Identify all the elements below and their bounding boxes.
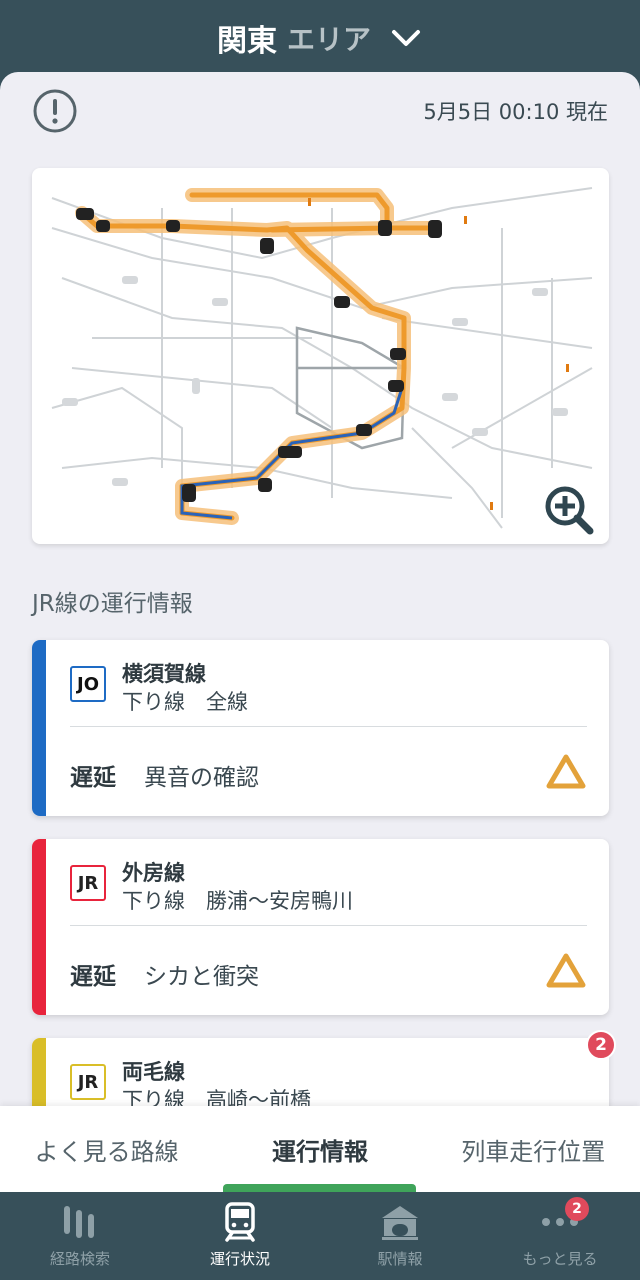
line-section: 下り線 全線 xyxy=(122,690,248,714)
nav-service-status[interactable]: 運行状況 xyxy=(160,1192,320,1280)
section-title: JR線の運行情報 xyxy=(32,591,193,617)
card-divider xyxy=(70,925,587,926)
tab-favorite-lines[interactable]: よく見る路線 xyxy=(0,1132,213,1167)
route-map-graphic xyxy=(51,187,593,529)
line-status-card[interactable]: JR 外房線 下り線 勝浦〜安房鴨川 遅延 シカと衝突 xyxy=(32,839,609,1015)
nav-label: 運行状況 xyxy=(209,1250,270,1268)
area-label: エリア xyxy=(286,23,371,56)
status-reason: 異音の確認 xyxy=(144,765,259,791)
line-section: 下り線 勝浦〜安房鴨川 xyxy=(122,889,353,913)
warning-triangle-icon xyxy=(546,754,586,789)
status-label: 遅延 xyxy=(70,964,116,990)
line-status-card[interactable]: JO 横須賀線 下り線 全線 遅延 異音の確認 xyxy=(32,640,609,816)
line-color-stripe xyxy=(32,640,46,816)
status-reason: シカと衝突 xyxy=(144,964,259,990)
warning-triangle-icon xyxy=(546,953,586,988)
route-search-icon xyxy=(64,1206,94,1238)
tab-service-info[interactable]: 運行情報 xyxy=(213,1132,426,1167)
notification-badge: 2 xyxy=(586,1030,616,1060)
line-name: 外房線 xyxy=(122,861,185,885)
bottom-navigation: 経路検索 運行状況 駅情報 もっと見る 2 xyxy=(0,1184,640,1280)
more-badge: 2 xyxy=(565,1197,589,1221)
card-divider xyxy=(70,726,587,727)
main-content: 5月5日 00:10 現在 JR線の運行情報 JO 横須賀線 下り線 全線 遅延… xyxy=(0,72,640,1192)
jr-logo: JR xyxy=(70,865,106,901)
line-logo: JO xyxy=(70,666,106,702)
active-tab-indicator xyxy=(223,1184,416,1192)
region-header[interactable]: 関東 エリア xyxy=(0,0,640,76)
nav-more[interactable]: もっと見る 2 xyxy=(480,1192,640,1280)
update-timestamp: 5月5日 00:10 現在 xyxy=(423,100,608,124)
jr-logo: JR xyxy=(70,1064,106,1100)
nav-label: 駅情報 xyxy=(377,1250,423,1268)
line-name: 横須賀線 xyxy=(122,662,206,686)
nav-label: もっと見る xyxy=(522,1250,598,1268)
line-color-stripe xyxy=(32,839,46,1015)
nav-label: 経路検索 xyxy=(49,1250,110,1268)
sub-tab-bar: よく見る路線 運行情報 列車走行位置 xyxy=(0,1106,640,1192)
info-exclamation-icon[interactable] xyxy=(32,88,78,134)
route-map[interactable] xyxy=(32,168,609,544)
nav-route-search[interactable]: 経路検索 xyxy=(0,1192,160,1280)
station-icon xyxy=(382,1206,418,1240)
nav-station-info[interactable]: 駅情報 xyxy=(320,1192,480,1280)
status-label: 遅延 xyxy=(70,765,116,791)
chevron-down-icon[interactable] xyxy=(389,21,423,55)
train-icon xyxy=(225,1202,255,1242)
tab-train-position[interactable]: 列車走行位置 xyxy=(427,1132,640,1167)
line-name: 両毛線 xyxy=(122,1060,185,1084)
region-name: 関東 xyxy=(216,24,277,59)
zoom-in-icon[interactable] xyxy=(543,484,595,536)
